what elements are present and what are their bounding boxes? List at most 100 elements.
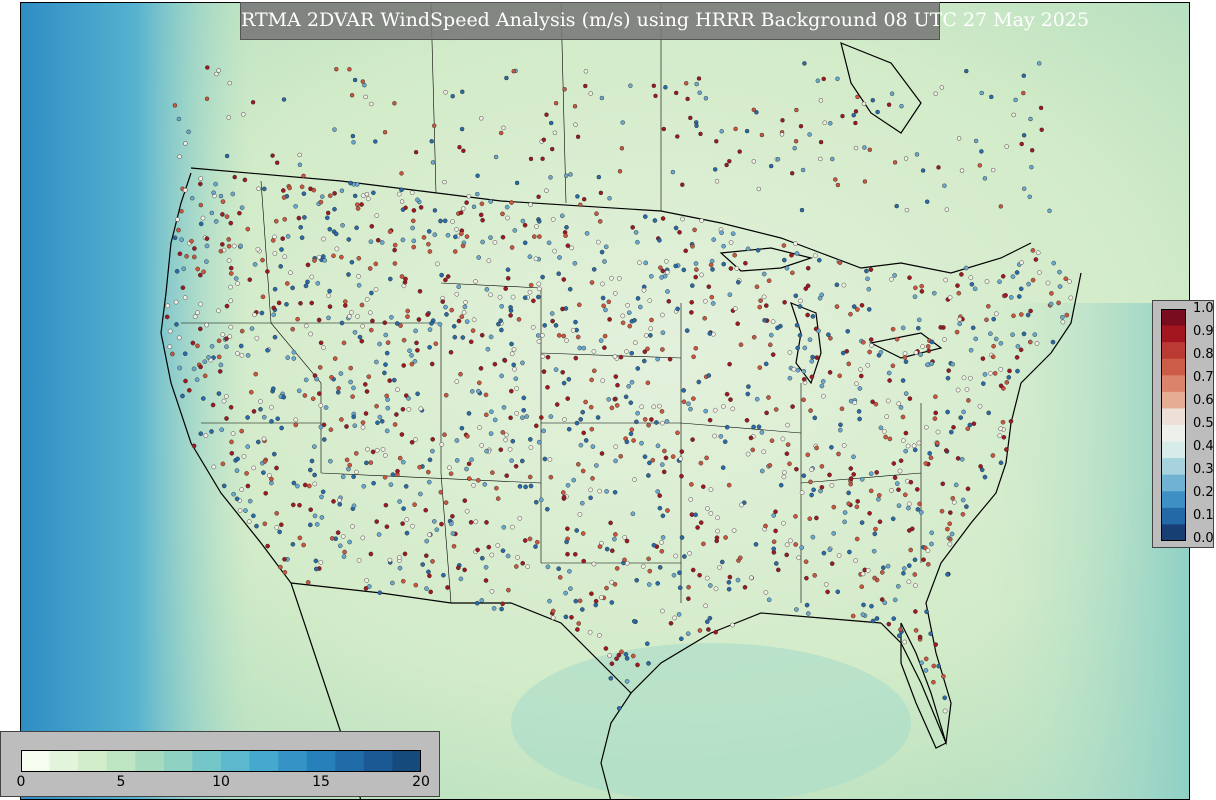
station-marker xyxy=(432,232,438,237)
station-marker xyxy=(751,159,756,164)
station-marker xyxy=(990,453,996,458)
station-marker xyxy=(499,606,504,612)
station-marker xyxy=(427,573,432,579)
station-marker xyxy=(272,251,278,256)
station-marker xyxy=(784,265,790,271)
windspeed-colorbar-ramp xyxy=(21,750,421,772)
station-marker xyxy=(616,706,622,711)
station-marker xyxy=(873,526,878,532)
state-lines xyxy=(181,180,922,604)
station-marker xyxy=(632,619,637,624)
station-marker xyxy=(260,294,266,300)
station-marker xyxy=(228,324,234,330)
station-marker xyxy=(313,566,319,572)
station-marker xyxy=(672,615,678,621)
station-marker xyxy=(270,386,276,392)
station-marker xyxy=(694,123,699,129)
station-marker xyxy=(905,443,911,449)
station-marker xyxy=(351,385,356,391)
station-marker xyxy=(785,422,790,428)
station-marker xyxy=(392,261,398,266)
station-marker xyxy=(434,527,440,533)
station-marker xyxy=(866,286,872,292)
station-marker xyxy=(577,598,583,604)
station-marker xyxy=(471,317,477,323)
station-marker xyxy=(514,386,520,391)
station-marker xyxy=(239,352,245,358)
station-marker xyxy=(425,469,431,475)
station-marker xyxy=(509,341,514,347)
station-marker xyxy=(546,240,552,246)
station-marker xyxy=(724,424,730,430)
station-marker xyxy=(531,298,536,304)
station-marker xyxy=(677,229,682,235)
station-marker xyxy=(898,405,904,410)
station-marker xyxy=(326,210,331,216)
station-marker xyxy=(926,562,931,567)
station-marker xyxy=(802,345,808,351)
station-marker xyxy=(861,101,867,107)
station-marker xyxy=(552,248,557,254)
station-marker xyxy=(908,547,914,553)
station-marker xyxy=(353,469,359,475)
station-marker xyxy=(688,497,694,502)
station-marker xyxy=(707,615,713,621)
station-marker xyxy=(368,460,374,465)
station-marker xyxy=(755,247,761,253)
station-marker xyxy=(476,255,482,260)
station-marker xyxy=(1000,273,1006,279)
station-marker xyxy=(818,98,824,103)
station-marker xyxy=(226,258,232,263)
station-marker xyxy=(890,326,896,332)
station-marker xyxy=(943,277,949,283)
station-marker xyxy=(534,224,539,229)
station-marker xyxy=(632,317,637,323)
station-marker xyxy=(928,455,934,461)
station-marker xyxy=(454,379,460,384)
station-marker xyxy=(541,137,546,143)
station-marker xyxy=(475,173,480,178)
station-marker xyxy=(403,484,409,489)
station-marker xyxy=(684,81,689,86)
station-marker xyxy=(254,335,260,341)
station-marker xyxy=(402,551,408,557)
station-marker xyxy=(198,202,204,208)
station-marker xyxy=(177,365,182,371)
station-marker xyxy=(735,577,741,583)
station-marker xyxy=(370,318,375,324)
station-marker xyxy=(426,569,431,575)
station-marker xyxy=(231,243,237,249)
station-marker xyxy=(1010,274,1016,279)
station-marker xyxy=(397,499,402,504)
station-marker xyxy=(528,445,534,450)
station-marker xyxy=(904,207,910,213)
station-marker xyxy=(945,409,950,415)
station-marker xyxy=(887,436,893,442)
station-marker xyxy=(243,508,248,513)
station-marker xyxy=(560,213,565,219)
station-marker xyxy=(870,97,875,103)
station-marker xyxy=(963,265,969,271)
station-marker xyxy=(592,368,597,374)
station-marker xyxy=(813,253,818,258)
station-marker xyxy=(362,82,367,88)
station-marker xyxy=(793,138,799,144)
station-marker xyxy=(274,510,279,516)
station-marker xyxy=(613,458,618,464)
station-marker xyxy=(956,290,962,296)
station-marker xyxy=(508,305,513,310)
station-marker xyxy=(424,538,430,544)
station-marker xyxy=(347,67,352,72)
station-marker xyxy=(297,535,303,541)
station-marker xyxy=(900,414,906,420)
station-marker xyxy=(499,303,505,309)
station-marker xyxy=(512,366,517,372)
station-marker xyxy=(476,388,481,394)
station-marker xyxy=(450,219,455,224)
station-marker xyxy=(708,487,714,492)
station-marker xyxy=(690,283,695,288)
station-marker xyxy=(578,202,583,208)
station-marker xyxy=(898,627,903,632)
station-marker xyxy=(278,564,283,570)
station-marker xyxy=(522,295,528,301)
